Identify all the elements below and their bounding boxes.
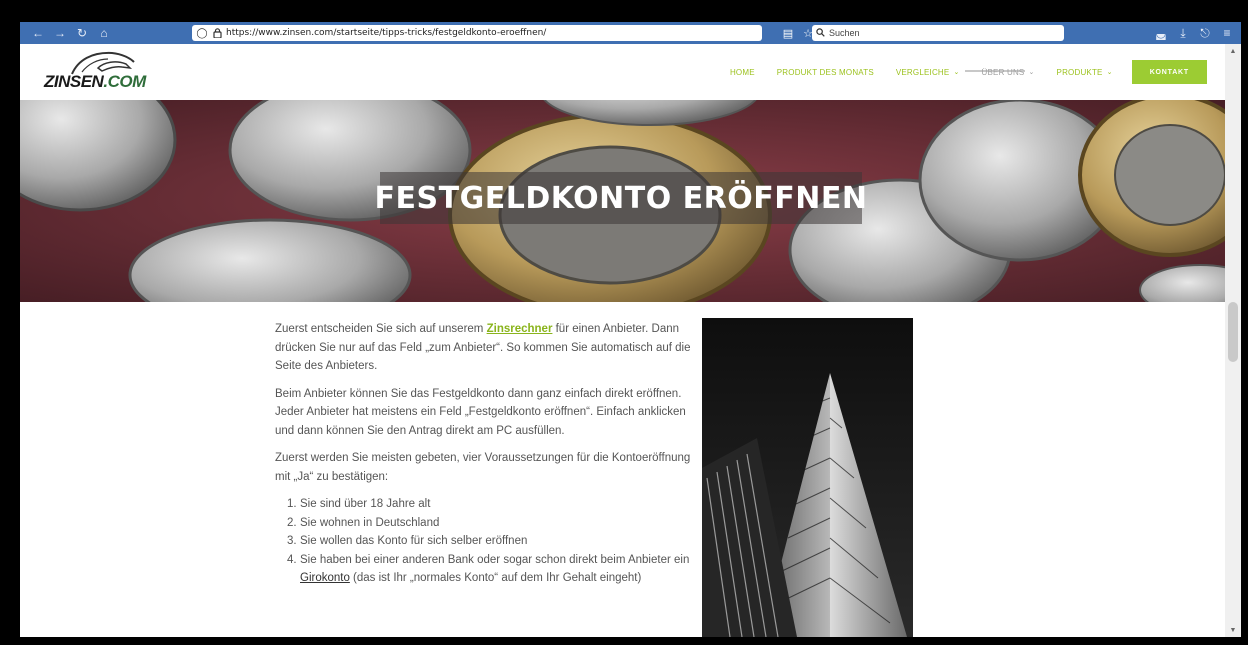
url-text[interactable]: https://www.zinsen.com/startseite/tipps-… [226, 28, 546, 38]
shield-icon[interactable]: ◯ [196, 27, 208, 39]
nav-produkt-label: PRODUKT DES MONATS [776, 67, 874, 77]
paragraph-2: Beim Anbieter können Sie das Festgeldkon… [275, 387, 686, 437]
back-icon[interactable]: ← [28, 23, 48, 43]
browser-toolbar: ← → ↻ ⌂ ◯ https://www.zinsen.com/startse… [20, 22, 1241, 44]
paragraph-3: Zuerst werden Sie meisten gebeten, vier … [275, 452, 691, 483]
zinsrechner-link[interactable]: Zinsrechner [487, 323, 553, 335]
requirements-list: 1. Sie sind über 18 Jahre alt 2. Sie wohne… [275, 495, 695, 588]
list-item-number: 3. [287, 535, 297, 547]
site-header: ZINSEN.COM HOME PRODUKT DES MONATS VERGL… [20, 44, 1225, 100]
nav-home-label: HOME [729, 67, 755, 77]
list-item: 4. Sie haben bei einer anderen Bank oder … [287, 551, 695, 588]
nav-buttons: ← → ↻ ⌂ [20, 23, 114, 43]
list-item-number: 1. [287, 498, 297, 510]
reload-icon[interactable]: ↻ [72, 23, 92, 43]
scroll-down-icon[interactable]: ▼ [1228, 625, 1238, 635]
list-item-text: Sie sind über 18 Jahre alt [300, 498, 431, 510]
list-item: 3. Sie wollen das Konto für sich selber e… [287, 532, 695, 551]
logo-suffix: .COM [103, 72, 146, 91]
list-item-text: Sie wohnen in Deutschland [300, 516, 440, 529]
hero-title-box: FESTGELDKONTO ERÖFFNEN [375, 172, 867, 224]
search-placeholder: Suchen [829, 28, 860, 38]
list-item-number: 4. [287, 553, 297, 566]
home-icon[interactable]: ⌂ [94, 23, 114, 43]
site-logo[interactable]: ZINSEN.COM [40, 50, 160, 96]
page-scrollbar[interactable]: ▲ ▼ [1225, 44, 1241, 637]
list-item-text: Sie wollen das Konto für sich selber erö… [300, 535, 528, 547]
extensions-icon[interactable]: ⎋ [1197, 23, 1213, 43]
forward-icon[interactable]: → [50, 23, 70, 43]
reader-view-icon[interactable]: ▤ [780, 25, 796, 41]
pocket-icon[interactable]: ◛ [1153, 23, 1169, 43]
hero-banner: FESTGELDKONTO ERÖFFNEN [20, 100, 1225, 302]
nav-vergleiche-label: VERGLEICHE [895, 67, 950, 77]
item4-text-b: (das ist Ihr „normales Konto“ auf dem Ih… [349, 572, 642, 584]
nav-vergleiche[interactable]: VERGLEICHE ⌄ [885, 68, 971, 77]
screen-frame: ← → ↻ ⌂ ◯ https://www.zinsen.com/startse… [0, 0, 1248, 645]
chevron-down-icon: ⌄ [1106, 69, 1113, 76]
nav-ueber-uns[interactable]: ÜBER UNS ⌄ [971, 68, 1046, 77]
url-actions: ▤ ☆ [780, 25, 816, 41]
url-bar[interactable]: ◯ https://www.zinsen.com/startseite/tipp… [192, 25, 762, 41]
main-nav: HOME PRODUKT DES MONATS VERGLEICHE ⌄ ÜBER… [719, 60, 1207, 84]
page-title: FESTGELDKONTO ERÖFFNEN [374, 180, 868, 216]
list-item-number: 2. [287, 516, 297, 529]
nav-produkte[interactable]: PRODUKTE ⌄ [1046, 68, 1124, 77]
skyscraper-image [702, 318, 913, 637]
paragraph-1: Zuerst entscheiden Sie sich auf unserem … [275, 320, 695, 376]
chevron-down-icon: ⌄ [953, 69, 960, 76]
lock-icon[interactable] [211, 27, 223, 39]
menu-icon[interactable]: ≡ [1219, 23, 1235, 43]
main-content: Zuerst entscheiden Sie sich auf unserem … [20, 302, 1225, 637]
list-item: 1. Sie sind über 18 Jahre alt [287, 495, 695, 514]
search-icon [816, 24, 825, 42]
scroll-thumb[interactable] [1228, 302, 1238, 362]
chevron-down-icon: ⌄ [1028, 69, 1035, 76]
toolbar-right: ◛ ⤓ ⎋ ≡ [1153, 23, 1235, 43]
logo-text: ZINSEN.COM [44, 72, 146, 92]
girokonto-link[interactable]: Girokonto [300, 572, 350, 584]
p1-text-a: Zuerst entscheiden Sie sich auf unserem [275, 323, 487, 335]
article-body: Zuerst entscheiden Sie sich auf unserem … [275, 320, 695, 588]
logo-main: ZINSEN [44, 72, 104, 91]
browser-window: ← → ↻ ⌂ ◯ https://www.zinsen.com/startse… [20, 22, 1241, 637]
scroll-up-icon[interactable]: ▲ [1228, 46, 1238, 56]
list-item-text: Sie haben bei einer anderen Bank oder so… [300, 551, 695, 588]
download-icon[interactable]: ⤓ [1175, 23, 1191, 43]
search-input[interactable]: Suchen [812, 25, 1064, 41]
kontakt-button[interactable]: KONTAKT [1131, 60, 1207, 84]
nav-home[interactable]: HOME [719, 68, 766, 77]
nav-produkte-label: PRODUKTE [1056, 67, 1103, 77]
list-item: 2. Sie wohnen in Deutschland [287, 514, 695, 533]
nav-produkt-des-monats[interactable]: PRODUKT DES MONATS [766, 68, 885, 77]
nav-ueber-uns-label: ÜBER UNS [981, 67, 1025, 77]
item4-text-a: Sie haben bei einer anderen Bank oder so… [300, 553, 690, 566]
